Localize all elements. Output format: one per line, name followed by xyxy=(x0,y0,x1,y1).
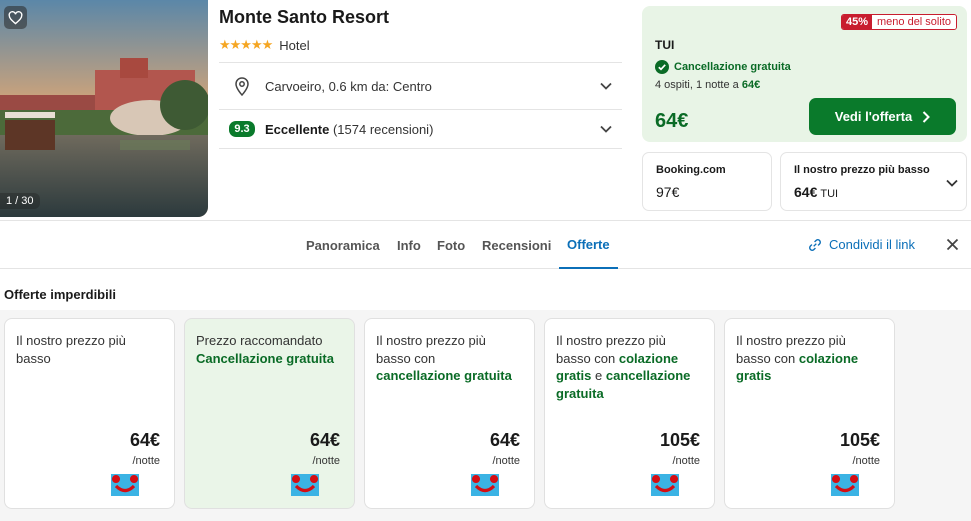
deal-price: 64€ xyxy=(655,110,689,132)
chevron-down-icon[interactable] xyxy=(946,179,958,187)
offer-line: Il nostro prezzo più basso con xyxy=(376,333,486,366)
discount-text: meno del solito xyxy=(872,15,956,29)
tab-panoramica[interactable]: Panoramica xyxy=(306,221,380,269)
share-link-button[interactable]: Condividi il link xyxy=(808,237,915,252)
alt-price-booking[interactable]: Booking.com 97€ xyxy=(642,152,772,211)
offer-price: 105€ xyxy=(839,430,880,450)
view-offer-button[interactable]: Vedi l'offerta xyxy=(809,98,956,135)
chevron-right-icon xyxy=(923,110,931,123)
tab-foto[interactable]: Foto xyxy=(437,221,465,269)
guests-price: 64€ xyxy=(741,79,761,91)
alt-price-value: 64€ xyxy=(794,184,818,200)
tui-logo xyxy=(111,474,139,496)
offer-description: Il nostro prezzo più basso con colazione… xyxy=(556,332,702,402)
hotel-class-row: ★★★★★ Hotel xyxy=(219,37,310,53)
offer-line: Il nostro prezzo più basso xyxy=(16,333,126,366)
heart-icon xyxy=(8,10,23,25)
discount-badge: 45% meno del solito xyxy=(840,14,957,30)
guests-text: 4 ospiti, 1 notte a xyxy=(655,79,742,91)
tab-offerte[interactable]: Offerte xyxy=(559,221,618,269)
free-cancellation: Cancellazione gratuita xyxy=(655,60,791,74)
offer-description: Prezzo raccomandato Cancellazione gratuit… xyxy=(196,332,342,367)
tui-logo xyxy=(471,474,499,496)
offer-card[interactable]: Il nostro prezzo più basso 64€ /notte xyxy=(4,318,175,509)
offers-heading: Offerte imperdibili xyxy=(4,287,116,302)
location-row[interactable]: Carvoeiro, 0.6 km da: Centro xyxy=(219,62,622,109)
view-offer-label: Vedi l'offerta xyxy=(834,109,913,124)
offer-price: 105€ xyxy=(659,430,700,450)
tui-logo xyxy=(651,474,679,496)
location-text: Carvoeiro, 0.6 km da: Centro xyxy=(265,78,432,94)
alt-provider-label: Il nostro prezzo più basso xyxy=(794,164,930,176)
star-rating: ★★★★★ xyxy=(219,37,273,52)
hotel-photo[interactable]: 1 / 30 xyxy=(0,0,208,217)
offer-price: 64€ xyxy=(489,430,520,450)
score-label: Eccellente xyxy=(265,121,330,137)
photo-counter: 1 / 30 xyxy=(0,193,40,209)
alt-price-value: 97€ xyxy=(656,184,680,200)
hotel-type: Hotel xyxy=(279,37,310,53)
offer-card[interactable]: Il nostro prezzo più basso con colazione… xyxy=(724,318,895,509)
tab-info[interactable]: Info xyxy=(397,221,421,269)
offer-highlight: cancellazione gratuita xyxy=(376,368,512,383)
chevron-down-icon[interactable] xyxy=(600,82,612,90)
offer-highlight: Cancellazione gratuita xyxy=(196,350,334,366)
link-icon xyxy=(809,238,821,251)
offer-description: Il nostro prezzo più basso con colazione… xyxy=(736,332,882,385)
check-circle-icon xyxy=(655,60,669,74)
offer-per-night: /notte xyxy=(492,455,520,467)
reviews-row[interactable]: 9.3 Eccellente (1574 recensioni) xyxy=(219,109,622,149)
offer-price: 64€ xyxy=(309,430,340,450)
offer-description: Il nostro prezzo più basso con cancellaz… xyxy=(376,332,522,385)
offer-line: Prezzo raccomandato xyxy=(196,333,323,348)
offer-description: Il nostro prezzo più basso xyxy=(16,332,162,367)
chevron-down-icon[interactable] xyxy=(600,125,612,133)
tab-recensioni[interactable]: Recensioni xyxy=(482,221,551,269)
offer-per-night: /notte xyxy=(132,455,160,467)
favorite-button[interactable] xyxy=(4,6,27,29)
offer-price: 64€ xyxy=(129,430,160,450)
cancellation-text: Cancellazione gratuita xyxy=(674,61,791,73)
detail-tabs: Panoramica Info Foto Recensioni Offerte … xyxy=(0,220,971,269)
alt-price-lowest[interactable]: Il nostro prezzo più basso 64€ TUI xyxy=(780,152,967,211)
tui-logo xyxy=(291,474,319,496)
offer-card[interactable]: Il nostro prezzo più basso con colazione… xyxy=(544,318,715,509)
review-count: (1574 recensioni) xyxy=(332,121,434,137)
guests-info: 4 ospiti, 1 notte a 64€ xyxy=(655,79,760,91)
top-deal-card: 45% meno del solito TUI Cancellazione gr… xyxy=(642,6,967,142)
deal-provider: TUI xyxy=(655,38,675,52)
offer-card[interactable]: Prezzo raccomandato Cancellazione gratuit… xyxy=(184,318,355,509)
discount-percent: 45% xyxy=(841,15,872,29)
score-badge: 9.3 xyxy=(229,121,255,137)
resort-photo-image xyxy=(0,0,208,217)
hotel-name: Monte Santo Resort xyxy=(219,7,390,27)
offer-joiner: e xyxy=(591,368,606,383)
alt-price-provider: TUI xyxy=(820,188,839,200)
alt-price: 64€ TUI xyxy=(794,184,838,200)
offer-per-night: /notte xyxy=(312,455,340,467)
tui-logo xyxy=(831,474,859,496)
alt-price: 97€ xyxy=(656,184,679,200)
offer-card[interactable]: Il nostro prezzo più basso con cancellaz… xyxy=(364,318,535,509)
alt-provider-label: Booking.com xyxy=(656,164,726,176)
location-pin-icon xyxy=(235,76,249,96)
offer-per-night: /notte xyxy=(852,455,880,467)
offer-per-night: /notte xyxy=(672,455,700,467)
close-icon[interactable] xyxy=(946,238,959,251)
share-link-label: Condividi il link xyxy=(829,237,915,252)
